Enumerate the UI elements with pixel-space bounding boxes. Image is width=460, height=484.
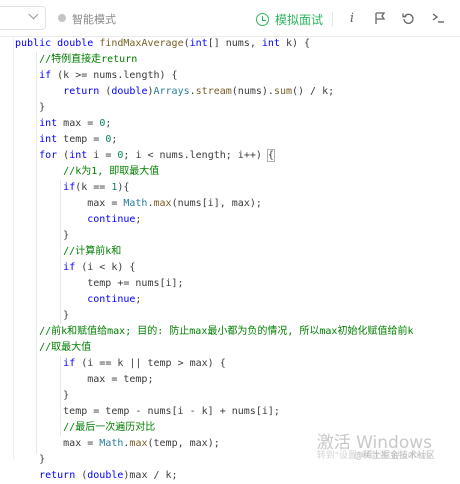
mock-interview-label: 模拟面试 [275, 12, 324, 27]
smart-mode-toggle-icon[interactable] [58, 14, 66, 22]
code-line: int temp = 0; [39, 134, 118, 145]
code-line: } [15, 230, 70, 241]
smart-mode-label[interactable]: 智能模式 [72, 11, 116, 27]
code-line: int max = 0; [39, 118, 112, 129]
code-line-current: //取最大值 [15, 342, 92, 353]
code-line: if (i < k) { [63, 262, 136, 273]
code-line: temp += nums[i]; [15, 278, 184, 289]
chevron-down-icon [28, 9, 39, 20]
gutter [13, 36, 14, 460]
source-credit: @稀土掘金技术社区 [354, 451, 436, 461]
editor-toolbar: 智能模式 模拟面试 i [0, 0, 460, 37]
code-line: } [15, 390, 70, 401]
reset-icon[interactable] [398, 8, 418, 28]
info-icon[interactable]: i [342, 8, 362, 28]
code-line: public double findMaxAverage(int[] nums,… [15, 38, 311, 49]
code-line: max = Math.max(temp, max); [15, 438, 220, 449]
code-line: //前k和赋值给max; 目的: 防止max最小都为负的情况, 所以max初始化… [15, 326, 414, 337]
code-line: } [15, 454, 46, 465]
code-line: max = temp; [15, 374, 154, 385]
code-line: temp = temp - nums[i - k] + nums[i]; [15, 406, 280, 417]
code-line: //特例直接走return [15, 54, 138, 65]
code-line: //计算前k和 [15, 246, 122, 257]
mock-interview-button[interactable]: 模拟面试 [256, 9, 323, 29]
code-line: return (double)Arrays.stream(nums).sum()… [63, 86, 335, 97]
code-line: if (k >= nums.length) { [39, 70, 178, 81]
code-line: for (int i = 0; i < nums.length; i++) { [39, 149, 275, 162]
toolbar-divider [332, 12, 333, 26]
clock-icon [256, 12, 269, 26]
code-line: //k为1, 即取最大值 [15, 166, 160, 177]
code-line: //最后一次遍历对比 [15, 422, 156, 433]
code-line: continue; [87, 214, 142, 225]
code-line: continue; [87, 294, 142, 305]
language-select[interactable] [0, 6, 46, 30]
code-line: } [15, 310, 70, 321]
code-line: max = Math.max(nums[i], max); [15, 198, 262, 209]
code-editor[interactable]: public double findMaxAverage(int[] nums,… [0, 36, 460, 481]
flag-icon[interactable] [370, 8, 390, 28]
terminal-icon[interactable] [428, 8, 448, 28]
code-line: if(k == 1){ [63, 182, 130, 193]
code-line: return (double)max / k; [39, 470, 178, 481]
code-line: if (i == k || temp > max) { [63, 358, 226, 369]
code-line: } [15, 102, 46, 113]
